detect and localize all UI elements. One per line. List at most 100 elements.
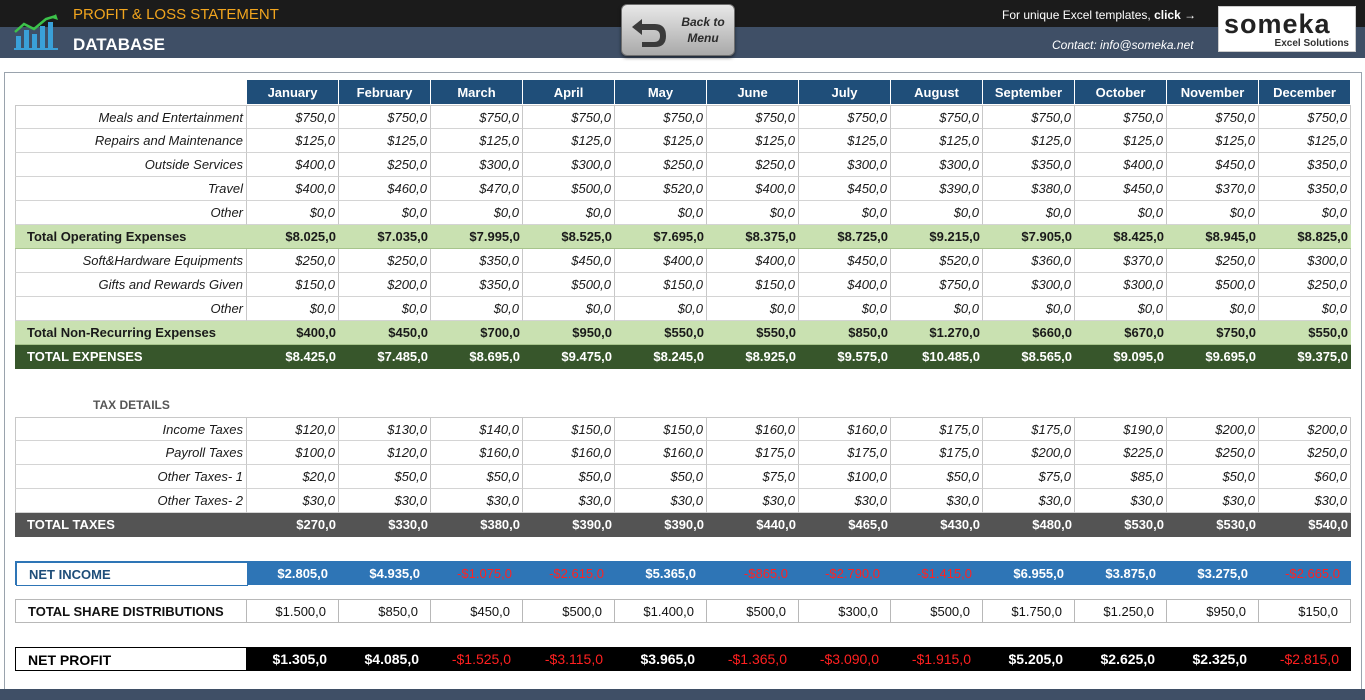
cell-march[interactable]: $470,0 — [431, 177, 523, 201]
cell-may[interactable]: $390,0 — [615, 513, 707, 537]
cell-december[interactable]: $250,0 — [1259, 441, 1351, 465]
cell-december[interactable]: $350,0 — [1259, 177, 1351, 201]
cell-july[interactable]: -$2.790,0 — [800, 562, 892, 586]
cell-march[interactable]: $160,0 — [431, 441, 523, 465]
cell-april[interactable]: $450,0 — [523, 249, 615, 273]
cell-january[interactable]: $1.500,0 — [247, 599, 339, 623]
cell-march[interactable]: -$1.525,0 — [431, 647, 523, 671]
cell-july[interactable]: $0,0 — [799, 201, 891, 225]
cell-march[interactable]: $8.695,0 — [431, 345, 523, 369]
cell-march[interactable]: -$1.075,0 — [432, 562, 524, 586]
row-label[interactable]: NET INCOME — [16, 562, 248, 586]
cell-july[interactable]: $8.725,0 — [799, 225, 891, 249]
cell-july[interactable]: $300,0 — [799, 153, 891, 177]
cell-may[interactable]: $0,0 — [615, 201, 707, 225]
cell-november[interactable]: $200,0 — [1167, 417, 1259, 441]
cell-august[interactable]: $50,0 — [891, 465, 983, 489]
cell-august[interactable]: $30,0 — [891, 489, 983, 513]
cell-july[interactable]: $9.575,0 — [799, 345, 891, 369]
cell-august[interactable]: $175,0 — [891, 417, 983, 441]
cell-june[interactable]: $30,0 — [707, 489, 799, 513]
cell-november[interactable]: $8.945,0 — [1167, 225, 1259, 249]
cell-april[interactable]: $950,0 — [523, 321, 615, 345]
cell-april[interactable]: $500,0 — [523, 599, 615, 623]
row-label[interactable]: TOTAL TAXES — [15, 513, 247, 537]
cell-june[interactable]: $8.375,0 — [707, 225, 799, 249]
back-to-menu-button[interactable]: Back to Menu — [621, 4, 735, 56]
row-label[interactable]: NET PROFIT — [15, 647, 247, 671]
cell-august[interactable]: $0,0 — [891, 297, 983, 321]
cell-february[interactable]: $460,0 — [339, 177, 431, 201]
cell-july[interactable]: $30,0 — [799, 489, 891, 513]
cell-january[interactable]: $400,0 — [247, 321, 339, 345]
cell-may[interactable]: $550,0 — [615, 321, 707, 345]
cell-september[interactable]: $480,0 — [983, 513, 1075, 537]
cell-december[interactable]: $300,0 — [1259, 249, 1351, 273]
cell-july[interactable]: $160,0 — [799, 417, 891, 441]
row-label[interactable]: Income Taxes — [15, 417, 247, 441]
cell-december[interactable]: $250,0 — [1259, 273, 1351, 297]
row-label[interactable]: Repairs and Maintenance — [15, 129, 247, 153]
cell-october[interactable]: $85,0 — [1075, 465, 1167, 489]
cell-july[interactable]: -$3.090,0 — [799, 647, 891, 671]
row-label[interactable]: Other Taxes- 1 — [15, 465, 247, 489]
cell-may[interactable]: $7.695,0 — [615, 225, 707, 249]
cell-february[interactable]: $250,0 — [339, 153, 431, 177]
cell-january[interactable]: $400,0 — [247, 153, 339, 177]
cell-february[interactable]: $0,0 — [339, 201, 431, 225]
cell-october[interactable]: $9.095,0 — [1075, 345, 1167, 369]
cell-september[interactable]: $350,0 — [983, 153, 1075, 177]
cell-october[interactable]: $370,0 — [1075, 249, 1167, 273]
cell-august[interactable]: $0,0 — [891, 201, 983, 225]
contact-email[interactable]: Contact: info@someka.net — [1052, 38, 1194, 52]
cell-april[interactable]: $750,0 — [523, 105, 615, 129]
cell-september[interactable]: $200,0 — [983, 441, 1075, 465]
cell-june[interactable]: $500,0 — [707, 599, 799, 623]
cell-june[interactable]: $400,0 — [707, 177, 799, 201]
row-label[interactable]: Other — [15, 201, 247, 225]
cell-january[interactable]: $100,0 — [247, 441, 339, 465]
cell-july[interactable]: $175,0 — [799, 441, 891, 465]
cell-november[interactable]: $450,0 — [1167, 153, 1259, 177]
cell-january[interactable]: $30,0 — [247, 489, 339, 513]
cell-february[interactable]: $4.085,0 — [339, 647, 431, 671]
cell-january[interactable]: $120,0 — [247, 417, 339, 441]
cell-january[interactable]: $270,0 — [247, 513, 339, 537]
cell-october[interactable]: $670,0 — [1075, 321, 1167, 345]
cell-august[interactable]: $750,0 — [891, 273, 983, 297]
cell-february[interactable]: $7.485,0 — [339, 345, 431, 369]
cell-february[interactable]: $125,0 — [339, 129, 431, 153]
cell-january[interactable]: $8.425,0 — [247, 345, 339, 369]
cell-march[interactable]: $750,0 — [431, 105, 523, 129]
someka-logo[interactable]: someka Excel Solutions — [1218, 6, 1356, 52]
cell-october[interactable]: $0,0 — [1075, 297, 1167, 321]
row-label[interactable]: Meals and Entertainment — [15, 105, 247, 129]
cell-march[interactable]: $350,0 — [431, 273, 523, 297]
cell-december[interactable]: $0,0 — [1259, 297, 1351, 321]
cell-january[interactable]: $2.805,0 — [248, 562, 340, 586]
cell-april[interactable]: $500,0 — [523, 273, 615, 297]
cell-february[interactable]: $130,0 — [339, 417, 431, 441]
row-label[interactable]: Travel — [15, 177, 247, 201]
cell-january[interactable]: $750,0 — [247, 105, 339, 129]
cell-may[interactable]: $250,0 — [615, 153, 707, 177]
cell-september[interactable]: $125,0 — [983, 129, 1075, 153]
cell-february[interactable]: $850,0 — [339, 599, 431, 623]
cell-october[interactable]: $3.875,0 — [1076, 562, 1168, 586]
cell-august[interactable]: $9.215,0 — [891, 225, 983, 249]
cell-july[interactable]: $300,0 — [799, 599, 891, 623]
cell-july[interactable]: $125,0 — [799, 129, 891, 153]
cell-april[interactable]: $300,0 — [523, 153, 615, 177]
cell-november[interactable]: $530,0 — [1167, 513, 1259, 537]
cell-november[interactable]: $30,0 — [1167, 489, 1259, 513]
cell-june[interactable]: $150,0 — [707, 273, 799, 297]
cell-may[interactable]: $5.365,0 — [616, 562, 708, 586]
cell-june[interactable]: $550,0 — [707, 321, 799, 345]
cell-september[interactable]: $360,0 — [983, 249, 1075, 273]
cell-december[interactable]: $750,0 — [1259, 105, 1351, 129]
cell-may[interactable]: $150,0 — [615, 417, 707, 441]
cell-august[interactable]: $500,0 — [891, 599, 983, 623]
cell-march[interactable]: $700,0 — [431, 321, 523, 345]
cell-may[interactable]: $160,0 — [615, 441, 707, 465]
cell-september[interactable]: $7.905,0 — [983, 225, 1075, 249]
